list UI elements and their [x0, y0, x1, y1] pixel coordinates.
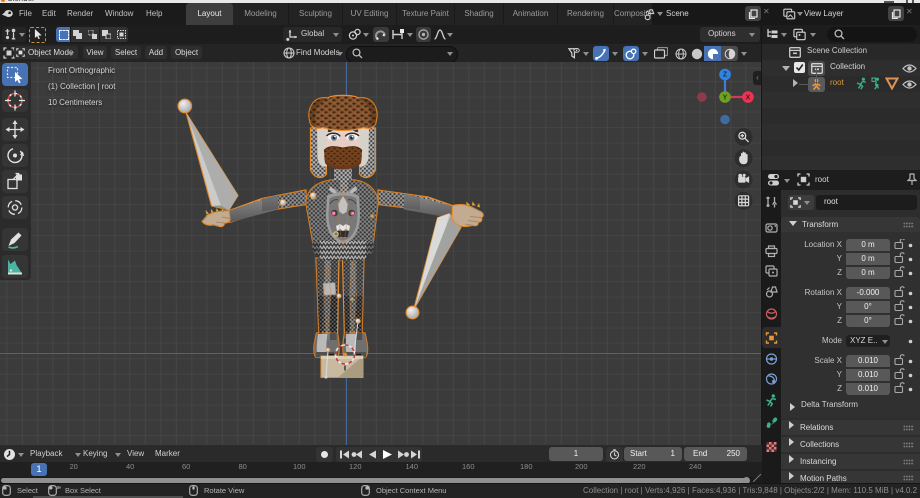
- svg-text:X: X: [746, 94, 751, 101]
- svg-text:Y: Y: [723, 94, 728, 101]
- svg-text:Z: Z: [723, 72, 728, 79]
